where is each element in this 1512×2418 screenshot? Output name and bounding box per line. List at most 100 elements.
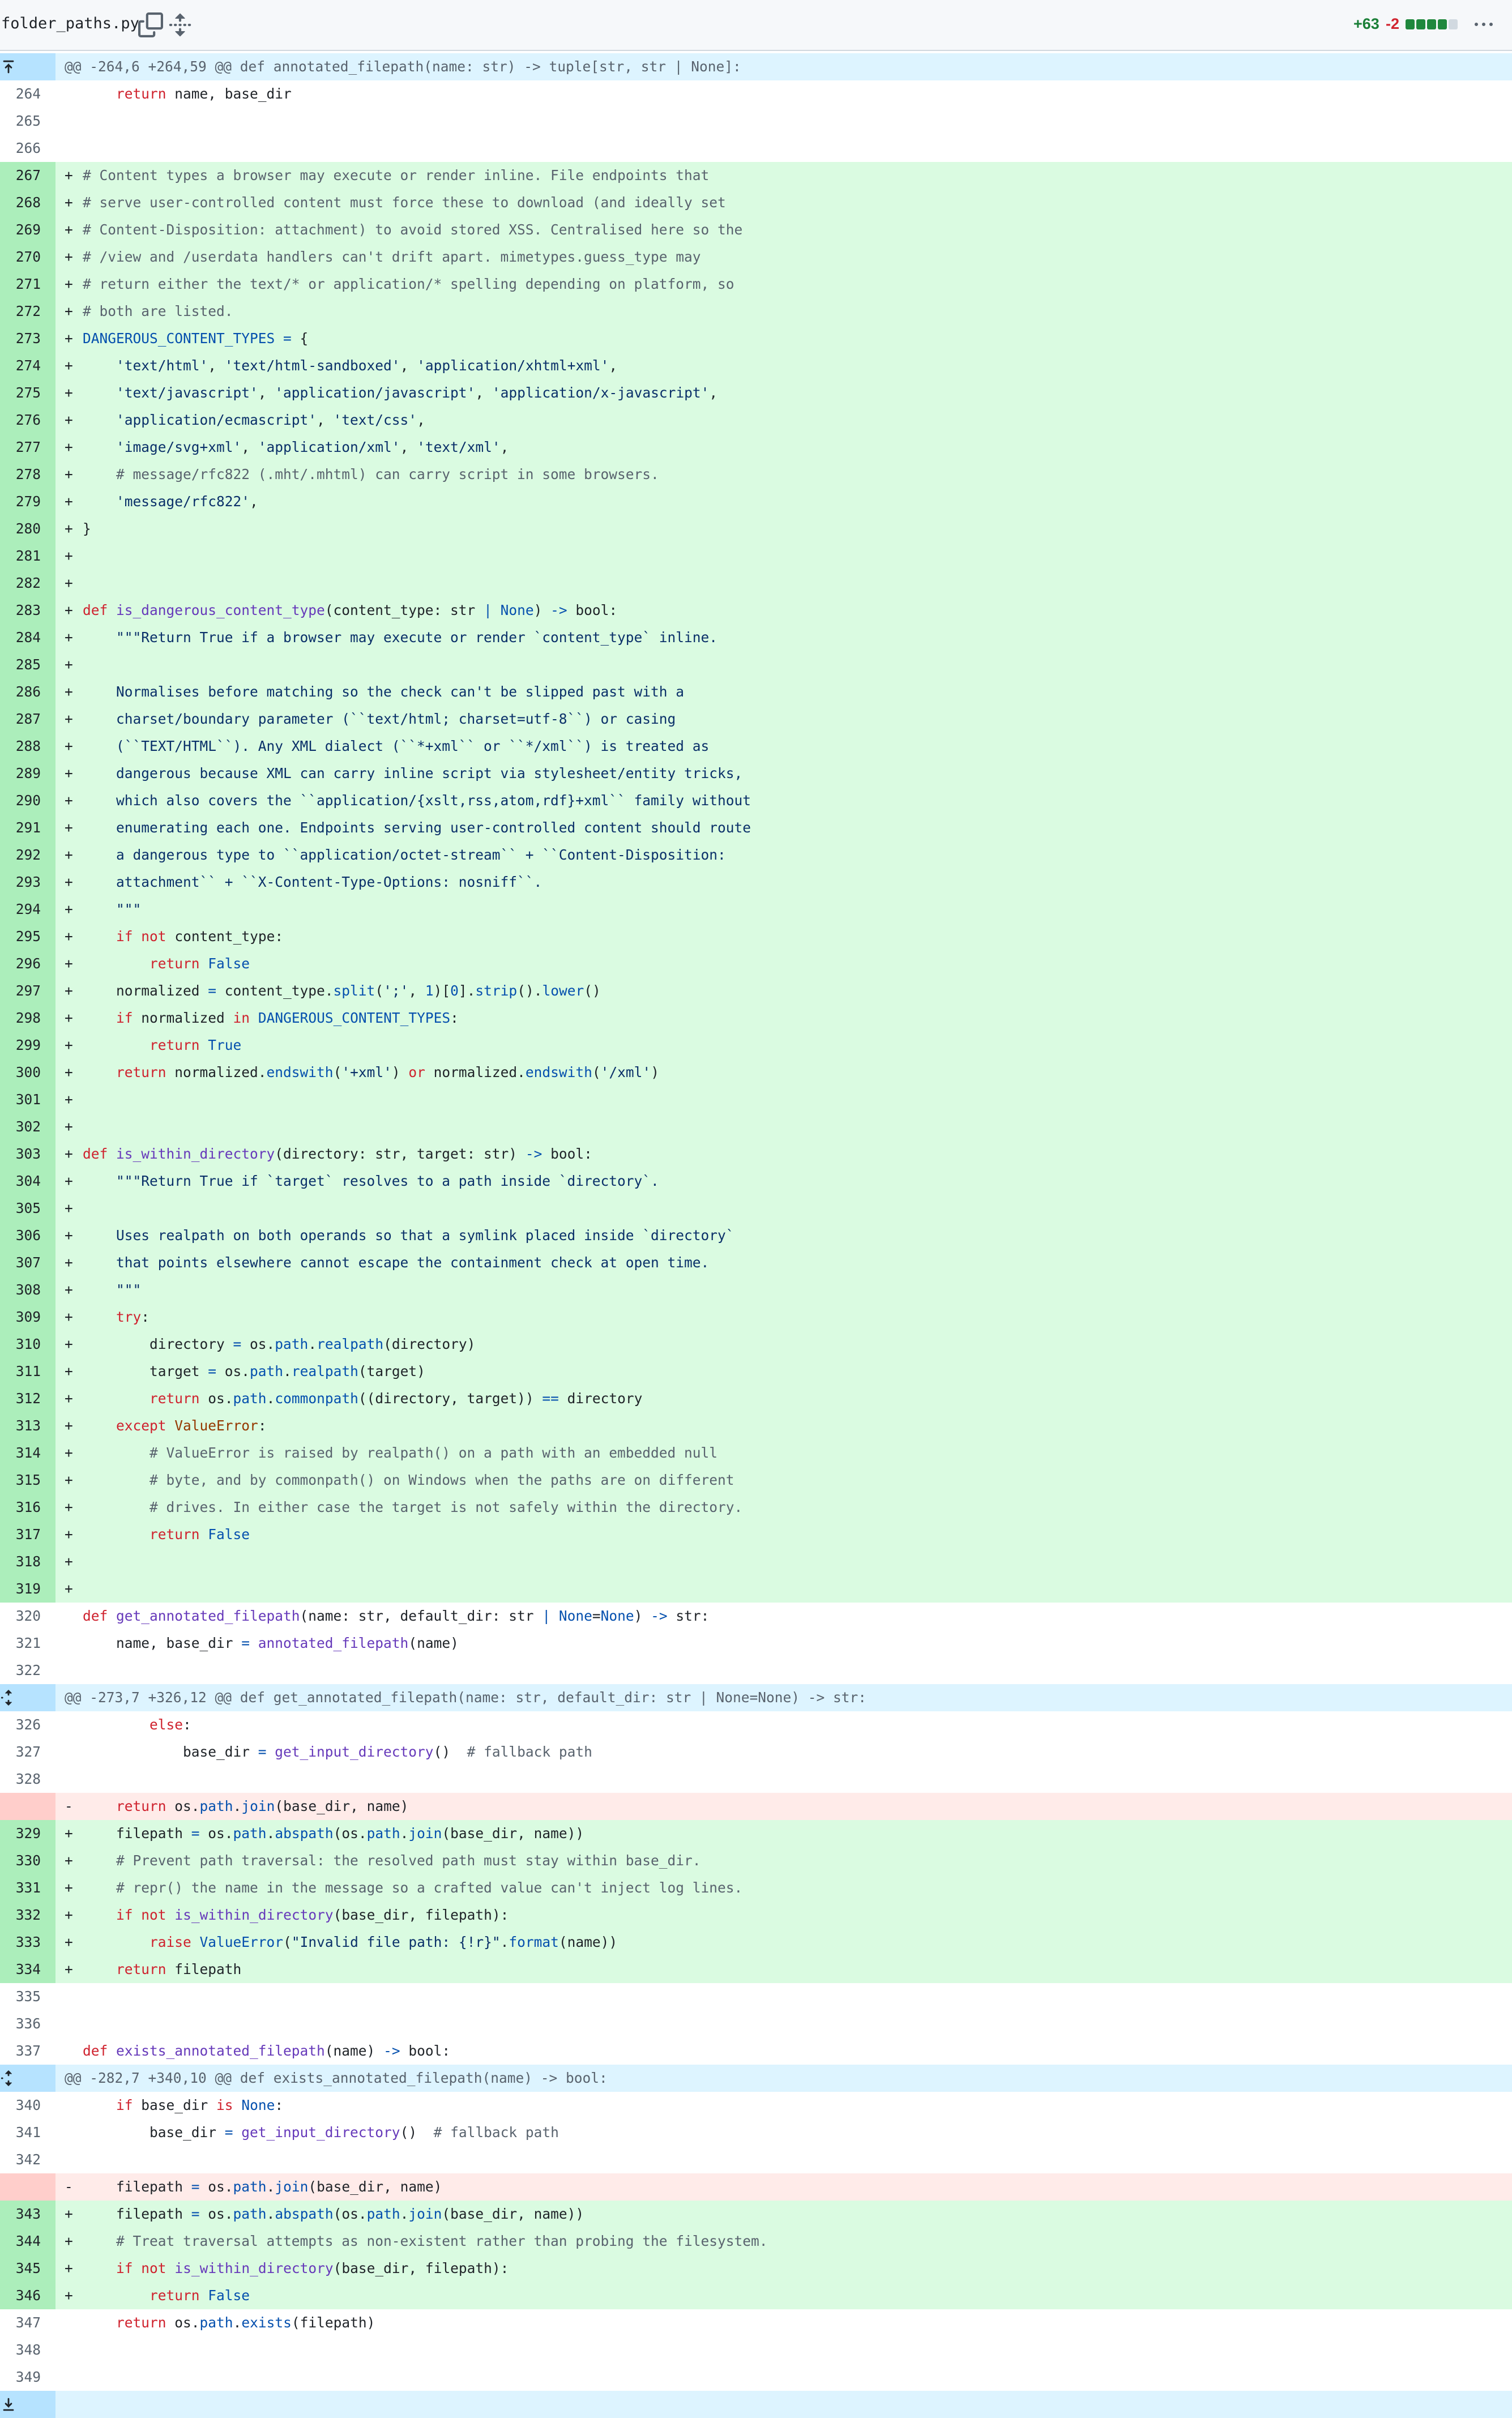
line-number[interactable]: 295: [0, 923, 55, 950]
line-number[interactable]: 272: [0, 298, 55, 325]
line-number[interactable]: 343: [0, 2201, 55, 2228]
line-number[interactable]: 307: [0, 1249, 55, 1276]
line-number[interactable]: 312: [0, 1385, 55, 1412]
line-number[interactable]: 321: [0, 1630, 55, 1657]
hunk-header-row[interactable]: @@ -282,7 +340,10 @@ def exists_annotate…: [0, 2065, 1512, 2092]
line-number[interactable]: 290: [0, 787, 55, 814]
line-number[interactable]: 344: [0, 2228, 55, 2255]
line-number[interactable]: 304: [0, 1168, 55, 1195]
line-number[interactable]: 271: [0, 271, 55, 298]
line-number[interactable]: [0, 2173, 55, 2201]
line-number[interactable]: 316: [0, 1494, 55, 1521]
line-number[interactable]: 334: [0, 1956, 55, 1983]
line-number[interactable]: 331: [0, 1874, 55, 1902]
line-number[interactable]: 267: [0, 162, 55, 189]
line-number[interactable]: [0, 1684, 55, 1711]
line-number[interactable]: 275: [0, 379, 55, 407]
line-number[interactable]: 313: [0, 1412, 55, 1439]
line-number[interactable]: 333: [0, 1929, 55, 1956]
line-number[interactable]: 349: [0, 2364, 55, 2391]
line-number[interactable]: 268: [0, 189, 55, 216]
line-number[interactable]: 305: [0, 1195, 55, 1222]
line-number[interactable]: 265: [0, 108, 55, 135]
line-number[interactable]: 274: [0, 352, 55, 379]
line-number[interactable]: 330: [0, 1847, 55, 1874]
line-number[interactable]: 342: [0, 2146, 55, 2173]
line-number[interactable]: 315: [0, 1467, 55, 1494]
line-number[interactable]: 306: [0, 1222, 55, 1249]
line-number[interactable]: 301: [0, 1086, 55, 1113]
line-number[interactable]: 281: [0, 542, 55, 570]
line-number[interactable]: 314: [0, 1439, 55, 1467]
line-number[interactable]: 280: [0, 515, 55, 542]
line-number[interactable]: 285: [0, 651, 55, 678]
line-number[interactable]: 302: [0, 1113, 55, 1140]
hunk-header-row[interactable]: @@ -273,7 +326,12 @@ def get_annotated_f…: [0, 1684, 1512, 1711]
file-name[interactable]: folder_paths.py: [1, 15, 139, 32]
line-number[interactable]: 269: [0, 216, 55, 243]
line-number[interactable]: 296: [0, 950, 55, 977]
line-number[interactable]: 340: [0, 2092, 55, 2119]
line-number[interactable]: [0, 2065, 55, 2092]
line-number[interactable]: 284: [0, 624, 55, 651]
line-number[interactable]: 289: [0, 760, 55, 787]
line-number[interactable]: 276: [0, 407, 55, 434]
line-number[interactable]: [0, 53, 55, 80]
line-number[interactable]: 297: [0, 977, 55, 1005]
line-number[interactable]: 294: [0, 896, 55, 923]
line-number[interactable]: 292: [0, 841, 55, 869]
fold-up-icon[interactable]: [0, 58, 17, 76]
line-number[interactable]: 335: [0, 1983, 55, 2010]
line-number[interactable]: 282: [0, 570, 55, 597]
line-number[interactable]: 310: [0, 1331, 55, 1358]
line-number[interactable]: 273: [0, 325, 55, 352]
line-number[interactable]: 326: [0, 1711, 55, 1738]
line-number[interactable]: 341: [0, 2119, 55, 2146]
line-number[interactable]: 308: [0, 1276, 55, 1304]
line-number[interactable]: 270: [0, 243, 55, 271]
line-number[interactable]: 336: [0, 2010, 55, 2037]
line-number[interactable]: 287: [0, 706, 55, 733]
line-number[interactable]: 309: [0, 1304, 55, 1331]
line-number[interactable]: 327: [0, 1738, 55, 1766]
line-number[interactable]: 332: [0, 1902, 55, 1929]
line-number[interactable]: 318: [0, 1548, 55, 1575]
line-number[interactable]: 299: [0, 1032, 55, 1059]
line-number[interactable]: 286: [0, 678, 55, 706]
unfold-icon[interactable]: [168, 12, 193, 37]
line-number[interactable]: 303: [0, 1140, 55, 1168]
line-number[interactable]: 322: [0, 1657, 55, 1684]
copy-icon[interactable]: [138, 12, 163, 37]
line-number[interactable]: 300: [0, 1059, 55, 1086]
line-number[interactable]: 329: [0, 1820, 55, 1847]
line-number[interactable]: 298: [0, 1005, 55, 1032]
line-number[interactable]: 345: [0, 2255, 55, 2282]
kebab-horizontal-icon[interactable]: [1472, 16, 1495, 34]
line-number[interactable]: 283: [0, 597, 55, 624]
line-number[interactable]: 278: [0, 461, 55, 488]
line-number[interactable]: 288: [0, 733, 55, 760]
line-number[interactable]: 279: [0, 488, 55, 515]
hunk-header-row[interactable]: [0, 2391, 1512, 2418]
line-number[interactable]: 277: [0, 434, 55, 461]
line-number[interactable]: [0, 2391, 55, 2418]
line-number[interactable]: 319: [0, 1575, 55, 1603]
added-line: 333 + raise ValueError("Invalid file path…: [0, 1929, 1512, 1956]
line-number[interactable]: 293: [0, 869, 55, 896]
line-number[interactable]: 264: [0, 80, 55, 108]
line-number[interactable]: 311: [0, 1358, 55, 1385]
line-number[interactable]: 317: [0, 1521, 55, 1548]
line-number[interactable]: [0, 1793, 55, 1820]
line-number[interactable]: 328: [0, 1766, 55, 1793]
hunk-header-row[interactable]: @@ -264,6 +264,59 @@ def annotated_filep…: [0, 53, 1512, 80]
line-number[interactable]: 348: [0, 2336, 55, 2364]
unfold-icon[interactable]: [0, 1689, 17, 1707]
unfold-icon[interactable]: [0, 2069, 17, 2087]
line-number[interactable]: 291: [0, 814, 55, 841]
line-number[interactable]: 266: [0, 135, 55, 162]
line-number[interactable]: 346: [0, 2282, 55, 2309]
line-number[interactable]: 347: [0, 2309, 55, 2336]
fold-down-icon[interactable]: [0, 2395, 17, 2413]
line-number[interactable]: 320: [0, 1603, 55, 1630]
line-number[interactable]: 337: [0, 2037, 55, 2065]
